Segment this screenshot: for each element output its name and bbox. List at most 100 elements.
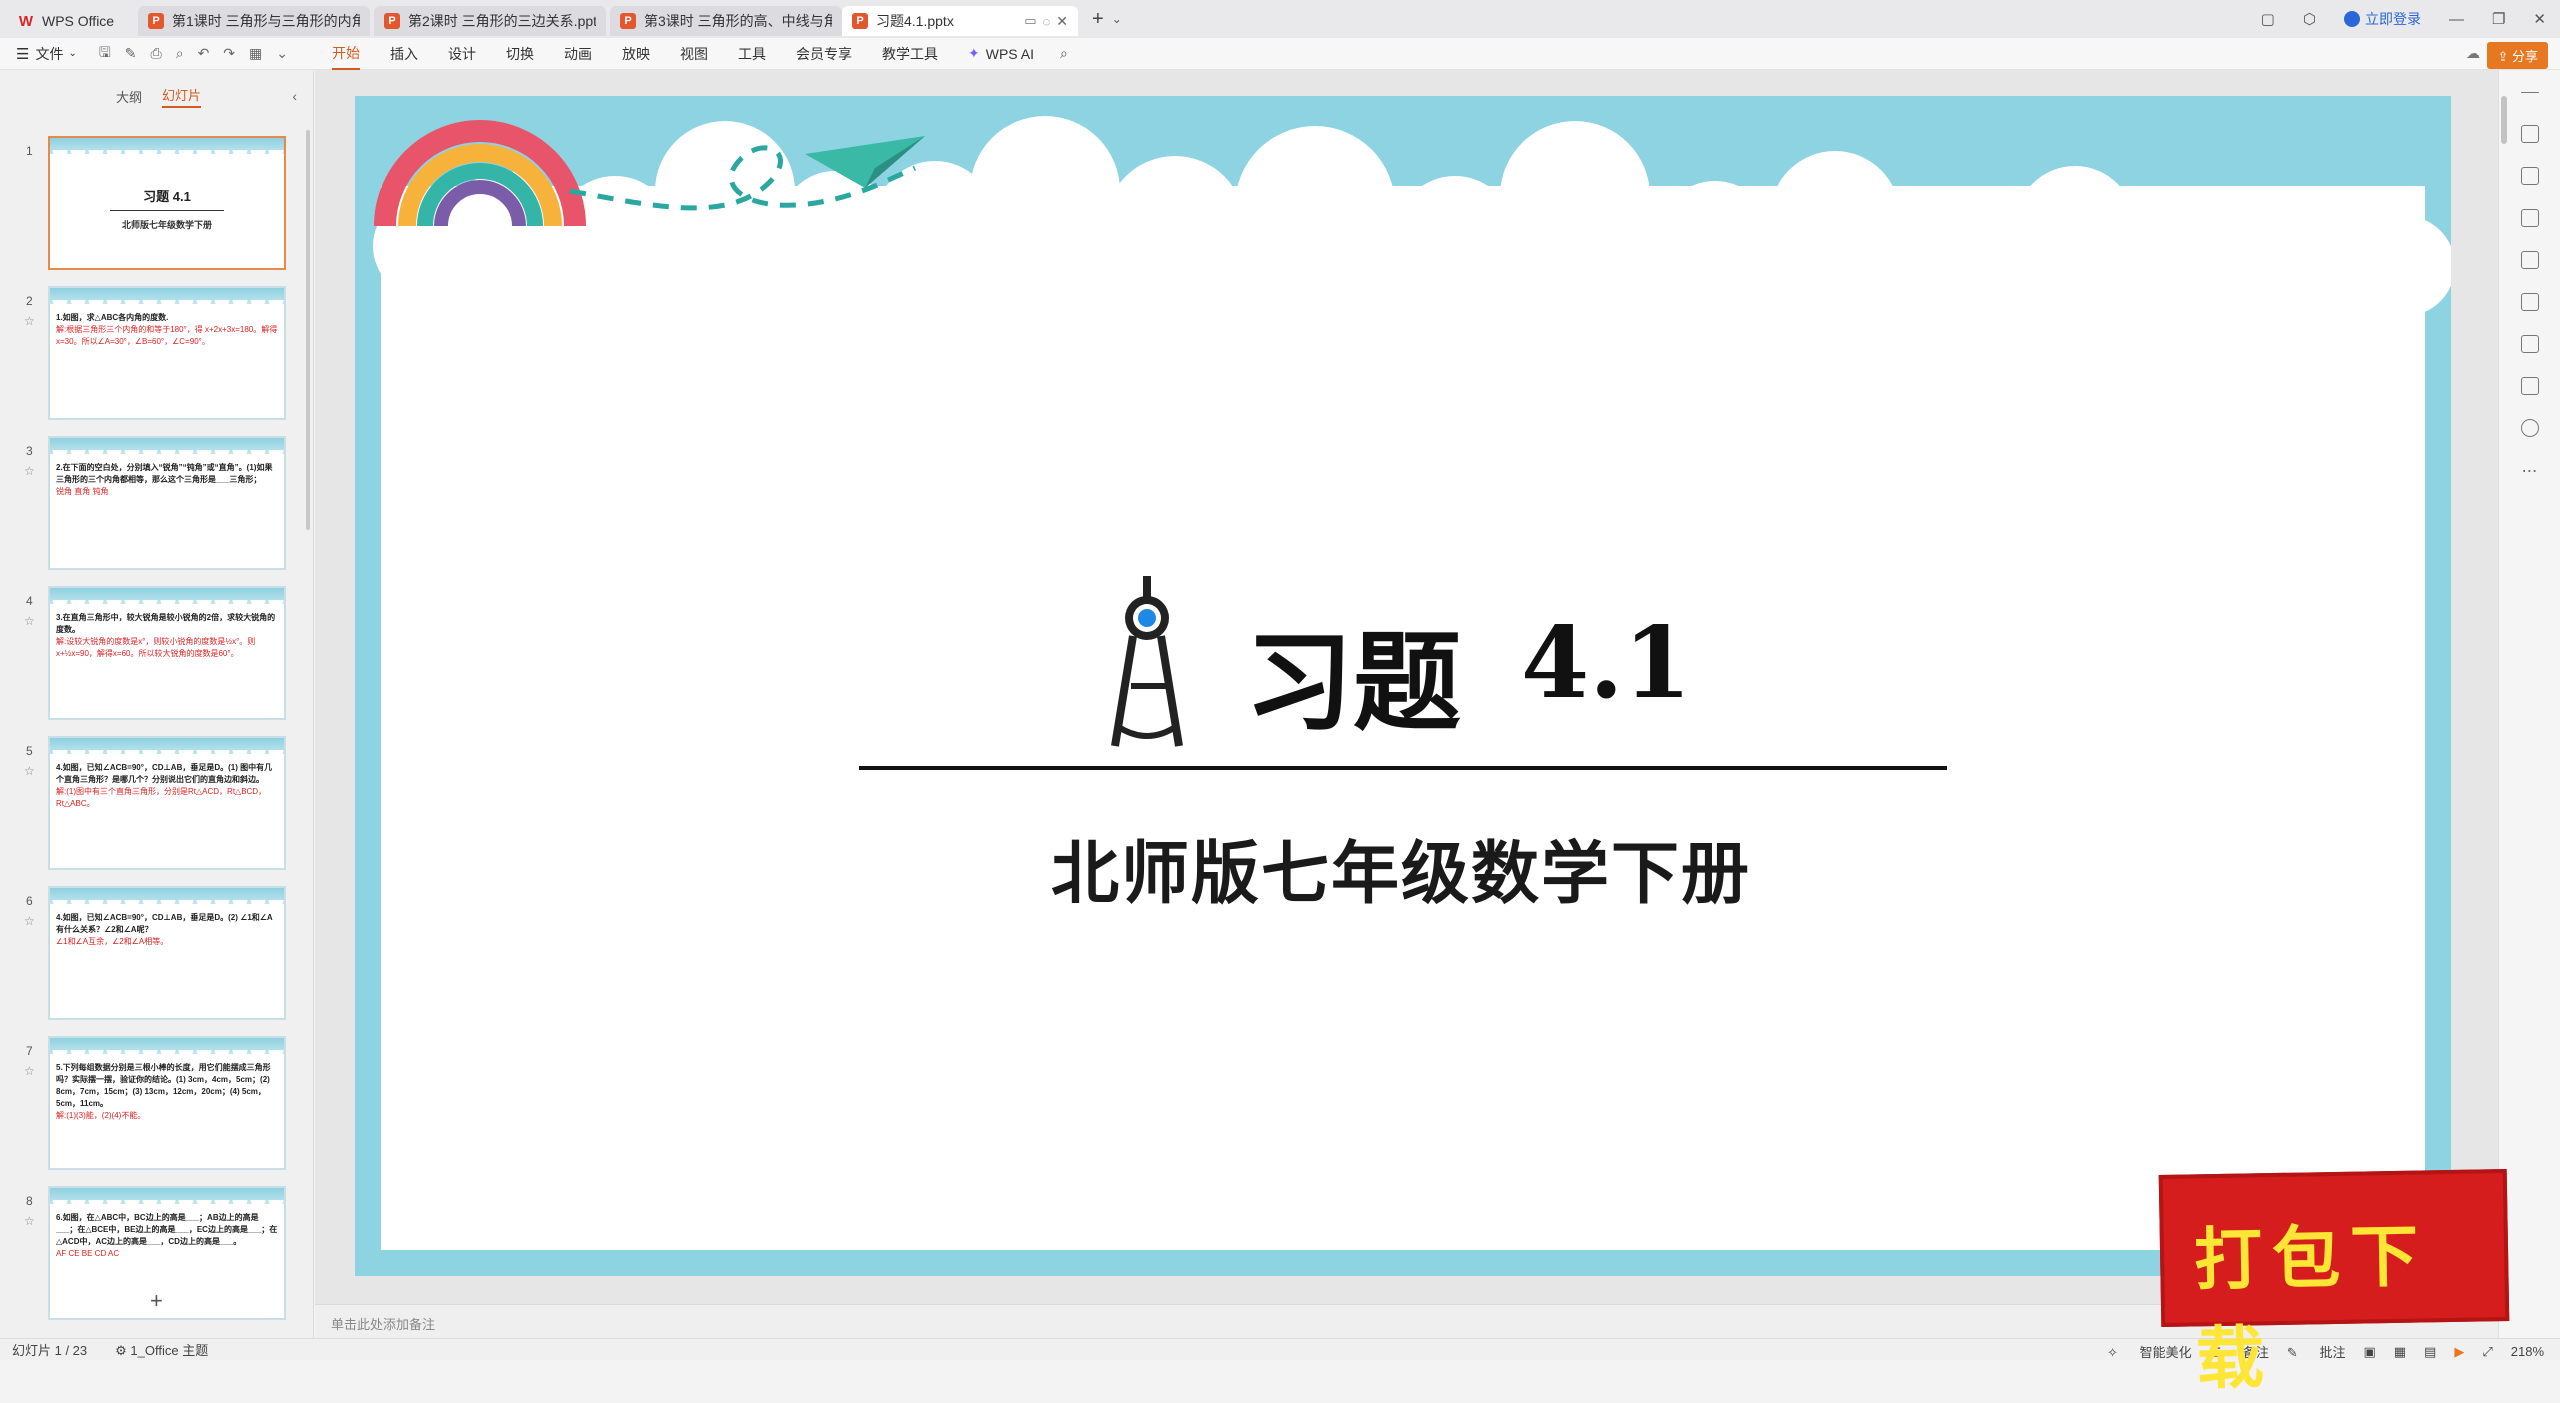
star-icon[interactable]: ☆ [24,614,35,628]
tab-wps-home[interactable]: W WPS Office [8,6,134,36]
preview-icon[interactable]: ⌕ [176,45,184,62]
zoom-level[interactable]: 218% [2511,1344,2544,1359]
slide-subtitle[interactable]: 北师版七年级数学下册 [1051,818,1751,917]
menu-animation[interactable]: 动画 [564,39,592,69]
close-window-icon[interactable]: ✕ [2533,10,2546,28]
slide-thumbnail-7[interactable]: 5.下列每组数据分别是三根小棒的长度，用它们能摆成三角形吗？实际摆一摆，验证你的… [48,1036,286,1170]
window-icon[interactable]: ▭ [1024,13,1036,29]
thumb-cloud-banner [50,438,284,460]
more-icon[interactable]: ⋯ [2499,461,2560,481]
beautify-button[interactable]: ✧ 智能美化 [2107,1342,2192,1361]
canvas-scrollbar[interactable] [2501,96,2507,144]
tab-document-2[interactable]: P 第2课时 三角形的三边关系.pptx [374,6,606,36]
menu-slideshow[interactable]: 放映 [622,39,650,69]
thumb-text: 5.下列每组数据分别是三根小棒的长度，用它们能摆成三角形吗？实际摆一摆，验证你的… [56,1063,271,1120]
slide-thumbnail-list: 1 习题 4.1 北师版七年级数学下册 2 ☆ 1.如图，求△ABC各内角的度数… [0,130,300,1330]
star-icon[interactable]: ☆ [24,914,35,928]
current-slide[interactable]: 习题 4.1 北师版七年级数学下册 [355,96,2451,1276]
theme-name[interactable]: ⚙ 1_Office 主题 [115,1340,208,1359]
wps-ai-button[interactable]: ✦ WPS AI [968,45,1034,62]
redo-icon[interactable]: ↷ [223,45,235,62]
thumb-cloud-banner [50,1188,284,1210]
menu-bar: ☰ 文件 ⌄ 🖫 ✎ ⎙ ⌕ ↶ ↷ ▦ ⌄ 开始 插入 设计 切换 动画 放映… [0,38,2560,70]
slide-thumb-row-7: 7 ☆ 5.下列每组数据分别是三根小棒的长度，用它们能摆成三角形吗？实际摆一摆，… [0,1030,300,1180]
collapse-panel-icon[interactable]: ‹ [292,88,297,104]
menu-home[interactable]: 开始 [332,38,360,70]
slide-title[interactable]: 习题 [1245,596,1461,752]
tools-icon[interactable] [2520,293,2539,311]
cloud-border [373,116,2451,316]
menu-design[interactable]: 设计 [448,39,476,69]
thumb-cloud-banner [50,1038,284,1060]
slide-thumbnail-2[interactable]: 1.如图，求△ABC各内角的度数. 解:根据三角形三个内角的和等于180°，得 x… [48,286,286,420]
save-icon[interactable]: 🖫 [99,42,111,66]
minimize-icon[interactable]: — [2449,11,2464,28]
share-button[interactable]: ⇪ 分享 [2487,42,2548,69]
tab-label: 习题4.1.pptx [876,13,954,29]
slide-thumbnail-6[interactable]: 4.如图，已知∠ACB=90°，CD⊥AB，垂足是D。(2) ∠1和∠A有什么关… [48,886,286,1020]
copy-icon[interactable] [2520,209,2539,227]
cloud-sync-icon[interactable]: ☁ [2466,45,2480,62]
adjust-icon[interactable] [2520,125,2539,143]
compass-icon [1111,576,1183,747]
chevron-down-icon[interactable]: ⌄ [276,45,288,62]
window-layout-icon[interactable]: ▢ [2261,10,2275,28]
pin-icon[interactable]: ◌ [1043,14,1051,29]
restore-icon[interactable]: ❐ [2492,10,2505,28]
tab-outline[interactable]: 大纲 [116,87,142,106]
slide-title-number[interactable]: 4.1 [1521,606,1692,721]
format-painter-icon[interactable]: ▦ [249,45,262,62]
pptx-icon: P [852,13,868,29]
menu-tools[interactable]: 工具 [738,39,766,69]
new-tab-icon[interactable]: + [1092,8,1104,31]
share-alt-icon[interactable] [2520,377,2539,395]
panel-scrollbar[interactable] [306,130,310,530]
edit-icon[interactable]: ✎ [125,45,137,62]
slide-number: 5 [26,744,33,758]
chevron-down-icon: ⌄ [68,48,77,59]
minus-icon[interactable] [2520,92,2539,93]
tab-document-3[interactable]: P 第3课时 三角形的高、中线与角平分线 [610,6,842,36]
file-menu[interactable]: ☰ 文件 ⌄ [16,44,77,64]
tab-label: 第3课时 三角形的高、中线与角平分线 [644,13,832,29]
slide-thumbnail-3[interactable]: 2.在下面的空白处，分别填入“锐角”“钝角”或“直角”。(1)如果三角形的三个内… [48,436,286,570]
star-icon[interactable]: ☆ [24,1214,35,1228]
slide-thumb-row-6: 6 ☆ 4.如图，已知∠ACB=90°，CD⊥AB，垂足是D。(2) ∠1和∠A… [0,880,300,1030]
undo-icon[interactable]: ↶ [198,45,210,62]
print-icon[interactable]: ⎙ [151,45,162,62]
menu-view[interactable]: 视图 [680,39,708,69]
star-icon[interactable]: ☆ [24,1064,35,1078]
menu-teaching-tools[interactable]: 教学工具 [882,39,938,69]
search-icon[interactable]: ⌕ [1060,45,1068,62]
tab-label: 第1课时 三角形与三角形的内角和.pptx [172,13,360,29]
slide-thumbnail-8[interactable]: 6.如图，在△ABC中，BC边上的高是___；AB边上的高是___；在△BCE中… [48,1186,286,1320]
menu-insert[interactable]: 插入 [390,39,418,69]
star-icon[interactable]: ☆ [24,314,35,328]
help-icon[interactable] [2520,419,2539,437]
slide-thumbnail-4[interactable]: 3.在直角三角形中，较大锐角是较小锐角的2倍，求较大锐角的度数。 解:设较大锐角的… [48,586,286,720]
star-icon[interactable] [2520,167,2539,185]
image-edit-icon[interactable] [2520,251,2539,269]
chevron-down-icon[interactable]: ⌄ [1112,12,1122,26]
download-badge[interactable]: 打包下载 [2158,1168,2510,1399]
add-slide-button[interactable]: + [150,1288,163,1314]
hamburger-icon: ☰ [16,45,30,63]
tab-slides[interactable]: 幻灯片 [162,85,202,108]
wps-logo-icon: W [18,12,34,30]
menu-transition[interactable]: 切换 [506,39,534,69]
star-icon[interactable]: ☆ [24,764,35,778]
thumb-text: 4.如图，已知∠ACB=90°，CD⊥AB，垂足是D。(2) ∠1和∠A有什么关… [56,913,273,946]
tab-document-1[interactable]: P 第1课时 三角形与三角形的内角和.pptx [138,6,370,36]
book-icon[interactable] [2520,335,2539,353]
slide-thumbnail-5[interactable]: 4.如图，已知∠ACB=90°，CD⊥AB，垂足是D。(1) 图中有几个直角三角… [48,736,286,870]
close-tab-icon[interactable]: ✕ [1056,13,1068,30]
tab-document-active[interactable]: P 习题4.1.pptx ▭ ◌ ✕ [842,6,1078,36]
slide-number: 7 [26,1044,33,1058]
cube-icon[interactable]: ⬡ [2303,10,2316,28]
login-button[interactable]: 立即登录 [2343,9,2421,29]
pptx-icon: P [148,13,164,29]
ai-sparkle-icon: ✦ [968,45,980,61]
star-icon[interactable]: ☆ [24,464,35,478]
menu-member[interactable]: 会员专享 [796,39,852,69]
slide-thumbnail-1[interactable]: 习题 4.1 北师版七年级数学下册 [48,136,286,270]
